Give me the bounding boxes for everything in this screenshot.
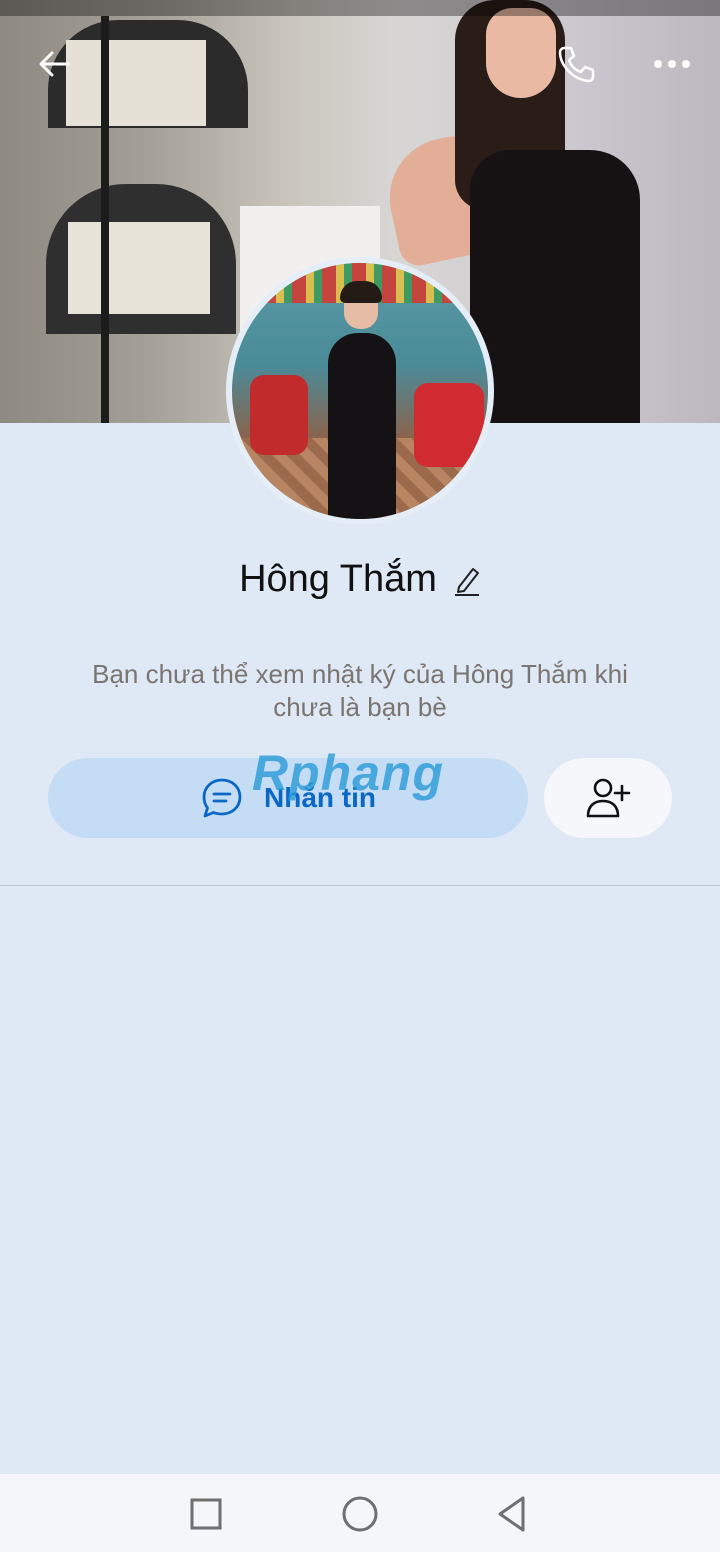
status-bar [0, 0, 720, 16]
chat-bubble-icon [202, 778, 242, 818]
avatar-person-hair [340, 281, 382, 303]
triangle-back-icon [498, 1496, 525, 1532]
cover-person-dress [470, 150, 640, 423]
more-dots-icon [654, 60, 690, 68]
avatar[interactable] [226, 257, 494, 525]
nav-back-button[interactable] [490, 1492, 534, 1536]
avatar-chair [250, 375, 308, 455]
arrow-left-icon [39, 51, 70, 77]
cover-person-face [486, 8, 556, 98]
friend-restriction-note: Bạn chưa thể xem nhật ký của Hông Thắm k… [92, 659, 628, 722]
phone-icon [558, 46, 595, 83]
nav-recent-button[interactable] [184, 1492, 228, 1536]
circle-icon [342, 1496, 378, 1532]
nav-home-button[interactable] [338, 1492, 382, 1536]
avatar-person [328, 333, 396, 519]
add-user-icon [586, 778, 631, 818]
edit-name-button[interactable] [453, 563, 481, 597]
cover-certificate [66, 40, 206, 126]
profile-name: Hông Thắm [239, 558, 437, 600]
call-button[interactable] [550, 38, 602, 90]
profile-name-row: Hông Thắm [0, 558, 720, 601]
pencil-icon [454, 567, 479, 596]
cover-stand [101, 16, 109, 423]
avatar-photo [232, 263, 488, 519]
divider [0, 885, 720, 886]
more-button[interactable] [646, 38, 698, 90]
cover-certificate [68, 222, 210, 314]
watermark: Rphang [252, 745, 445, 801]
avatar-chair [414, 383, 484, 467]
square-icon [190, 1498, 222, 1530]
system-nav-bar [0, 1474, 720, 1552]
add-friend-button[interactable] [544, 758, 672, 838]
back-button[interactable] [28, 38, 80, 90]
